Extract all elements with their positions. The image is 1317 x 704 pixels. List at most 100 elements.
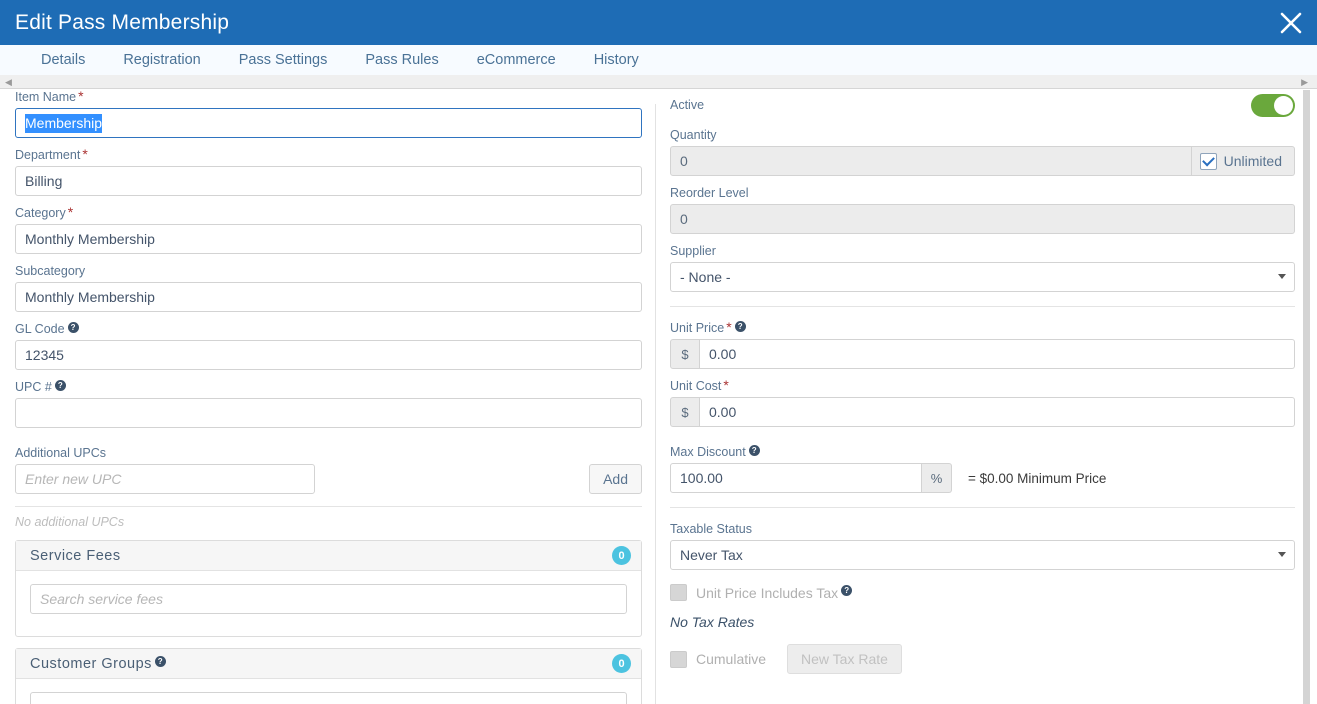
cumulative-label: Cumulative: [696, 651, 767, 667]
required-asterisk: *: [726, 319, 732, 335]
service-fees-search-input[interactable]: [30, 584, 627, 614]
item-name-input[interactable]: Membership: [15, 108, 642, 138]
close-icon[interactable]: [1275, 7, 1307, 39]
scroll-left-arrow-icon[interactable]: ◀: [5, 77, 12, 87]
service-fees-count-badge: 0: [612, 546, 631, 565]
supplier-select[interactable]: [670, 262, 1295, 292]
required-asterisk: *: [78, 88, 84, 104]
unit-cost-input[interactable]: [700, 397, 1295, 427]
dialog-titlebar: Edit Pass Membership: [0, 0, 1317, 45]
tab-pass-settings[interactable]: Pass Settings: [220, 52, 347, 68]
active-toggle[interactable]: [1251, 93, 1295, 117]
unit-price-input[interactable]: [700, 339, 1295, 369]
help-icon[interactable]: ?: [734, 321, 746, 332]
right-column: Active Quantity Unlimited Reorder L: [670, 90, 1295, 674]
service-fees-body: [16, 571, 641, 636]
item-name-label: Item Name *: [15, 88, 84, 104]
taxable-status-value[interactable]: [670, 540, 1295, 570]
field-gl-code: GL Code?: [15, 322, 642, 370]
additional-upcs-label: Additional UPCs: [15, 446, 107, 460]
left-column: Item Name* Membership Department* Catego…: [15, 88, 642, 704]
field-department: Department *: [15, 146, 642, 196]
reorder-level-label: Reorder Level: [670, 186, 749, 200]
service-fees-panel: Service Fees 0: [15, 540, 642, 637]
service-fees-header: Service Fees 0: [16, 541, 641, 571]
vertical-scrollbar[interactable]: [1303, 90, 1310, 704]
field-upc: UPC #?: [15, 380, 642, 428]
unlimited-checkbox[interactable]: [1199, 152, 1217, 170]
tab-details[interactable]: Details: [22, 52, 104, 68]
active-toggle-knob: [1274, 95, 1293, 115]
max-discount-group: %: [670, 463, 952, 493]
additional-upcs-divider: [15, 506, 642, 507]
help-icon[interactable]: ?: [748, 445, 760, 456]
add-upc-button[interactable]: Add: [589, 464, 642, 494]
quantity-label: Quantity: [670, 128, 717, 142]
max-discount-input[interactable]: [670, 463, 922, 493]
pricing-divider: [670, 306, 1295, 307]
tax-rate-actions-row: Cumulative New Tax Rate: [670, 644, 1295, 674]
edit-pass-membership-dialog: Edit Pass Membership Details Registratio…: [0, 0, 1317, 704]
unit-price-group: $: [670, 339, 1295, 369]
upc-label: UPC #?: [15, 380, 642, 395]
tab-ecommerce[interactable]: eCommerce: [458, 52, 575, 68]
no-additional-upcs-text: No additional UPCs: [15, 515, 125, 529]
unit-cost-currency-prefix: $: [670, 397, 700, 427]
field-subcategory: Subcategory: [15, 264, 642, 312]
customer-groups-count-badge: 0: [612, 654, 631, 673]
item-name-value: Membership: [25, 113, 103, 133]
supplier-label: Supplier: [670, 244, 716, 258]
supplier-select-value[interactable]: [670, 262, 1295, 292]
gl-code-input[interactable]: [15, 340, 642, 370]
service-fees-title: Service Fees: [30, 547, 121, 564]
field-taxable-status: Taxable Status: [670, 522, 1295, 570]
tab-history[interactable]: History: [575, 52, 658, 68]
help-icon[interactable]: ?: [154, 655, 166, 667]
customer-groups-panel: Customer Groups? 0: [15, 648, 642, 704]
field-max-discount: Max Discount? % = $0.00 Minimum Price: [670, 445, 1295, 493]
tab-registration[interactable]: Registration: [104, 52, 219, 68]
help-icon[interactable]: ?: [67, 322, 79, 333]
scroll-right-arrow-icon[interactable]: ▶: [1301, 77, 1308, 87]
additional-upcs-row: Add: [15, 464, 642, 494]
department-label: Department *: [15, 146, 88, 162]
active-label: Active: [670, 97, 705, 112]
new-upc-input[interactable]: [15, 464, 315, 494]
unit-price-currency-prefix: $: [670, 339, 700, 369]
tax-divider: [670, 507, 1295, 508]
unit-price-includes-tax-checkbox: [670, 584, 687, 601]
help-icon[interactable]: ?: [841, 584, 853, 596]
required-asterisk: *: [82, 146, 88, 162]
department-input[interactable]: [15, 166, 642, 196]
field-active: Active: [670, 90, 1295, 120]
field-category: Category *: [15, 204, 642, 254]
column-divider: [655, 104, 656, 704]
customer-groups-body: [16, 679, 641, 704]
reorder-level-input: [670, 204, 1295, 234]
minimum-price-note: = $0.00 Minimum Price: [968, 470, 1107, 486]
help-icon[interactable]: ?: [54, 380, 66, 391]
quantity-input: [670, 146, 1192, 176]
customer-groups-search-input[interactable]: [30, 692, 627, 704]
upc-input[interactable]: [15, 398, 642, 428]
subcategory-input[interactable]: [15, 282, 642, 312]
field-unit-price-includes-tax: Unit Price Includes Tax?: [670, 584, 1295, 601]
max-discount-row: % = $0.00 Minimum Price: [670, 463, 1295, 493]
field-unit-price: Unit Price *? $: [670, 319, 1295, 369]
category-input[interactable]: [15, 224, 642, 254]
unit-price-includes-tax-label: Unit Price Includes Tax?: [696, 584, 853, 601]
max-discount-percent-suffix: %: [922, 463, 952, 493]
new-tax-rate-button: New Tax Rate: [787, 644, 902, 674]
dialog-title: Edit Pass Membership: [15, 10, 230, 34]
category-label: Category *: [15, 204, 74, 220]
field-quantity: Quantity Unlimited: [670, 128, 1295, 176]
tab-bar: Details Registration Pass Settings Pass …: [0, 45, 1317, 75]
tab-scroll-bar[interactable]: ◀ ▶: [0, 75, 1317, 89]
unit-price-label: Unit Price *?: [670, 319, 1295, 336]
tab-pass-rules[interactable]: Pass Rules: [346, 52, 457, 68]
field-item-name: Item Name * Membership: [15, 88, 642, 138]
taxable-status-select[interactable]: [670, 540, 1295, 570]
no-tax-rates-text: No Tax Rates: [670, 614, 755, 630]
taxable-status-label: Taxable Status: [670, 522, 752, 536]
max-discount-label: Max Discount?: [670, 445, 1295, 460]
